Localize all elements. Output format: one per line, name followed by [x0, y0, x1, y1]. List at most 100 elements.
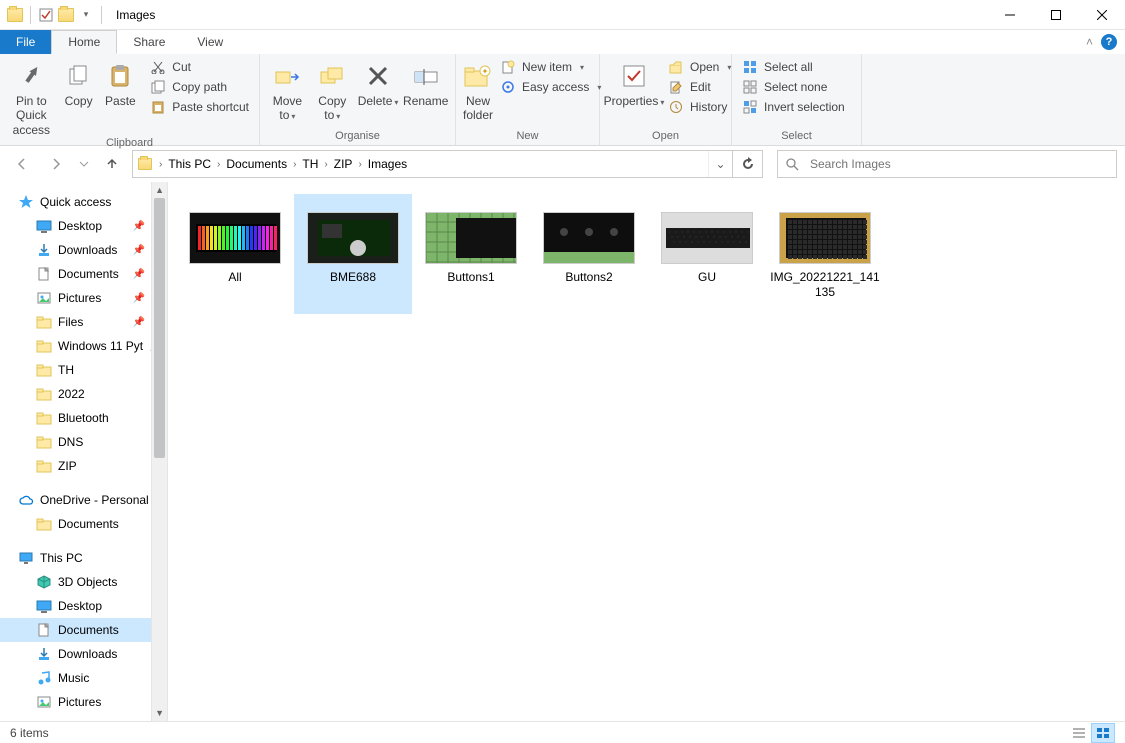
- new-folder-button[interactable]: ✦ New folder: [462, 58, 494, 123]
- select-group-label: Select: [732, 130, 861, 145]
- qat-customize-icon[interactable]: ▾: [77, 6, 95, 24]
- search-input[interactable]: [806, 157, 1116, 171]
- file-thumbnail: [425, 212, 517, 264]
- pin-quickaccess-button[interactable]: Pin to Quick access: [6, 58, 57, 137]
- search-box[interactable]: [777, 150, 1117, 178]
- file-item-5[interactable]: IMG_20221221_141135: [766, 194, 884, 314]
- ribbon-tabs: File Home Share View ˄ ?: [0, 30, 1125, 54]
- address-bar[interactable]: › This PC› Documents› TH› ZIP› Images ⌄: [132, 150, 733, 178]
- file-item-3[interactable]: Buttons2: [530, 194, 648, 314]
- qat-properties-icon[interactable]: [37, 6, 55, 24]
- tab-share[interactable]: Share: [117, 30, 181, 54]
- window-title: Images: [116, 8, 155, 22]
- close-button[interactable]: [1079, 0, 1125, 30]
- copy-to-button[interactable]: Copy to▾: [311, 58, 354, 123]
- crumb-4[interactable]: Images: [364, 151, 411, 177]
- history-button[interactable]: History: [664, 98, 735, 116]
- tree-pc-1[interactable]: Desktop: [0, 594, 151, 618]
- tree-qa-7[interactable]: 2022: [0, 382, 151, 406]
- easy-access-button[interactable]: Easy access▾: [496, 78, 605, 96]
- rename-label: Rename: [403, 94, 448, 108]
- crumb-3[interactable]: ZIP: [330, 151, 357, 177]
- back-button[interactable]: [8, 150, 36, 178]
- tree-qa-3[interactable]: Pictures📌: [0, 286, 151, 310]
- file-item-1[interactable]: BME688: [294, 194, 412, 314]
- address-history-dropdown[interactable]: ⌄: [708, 151, 732, 177]
- file-item-2[interactable]: Buttons1: [412, 194, 530, 314]
- tree-qa-2[interactable]: Documents📌: [0, 262, 151, 286]
- rename-button[interactable]: Rename: [402, 58, 449, 108]
- tree-qa-10[interactable]: ZIP: [0, 454, 151, 478]
- file-name: BME688: [326, 270, 380, 285]
- select-none-button[interactable]: Select none: [738, 78, 849, 96]
- forward-button[interactable]: [42, 150, 70, 178]
- titlebar: ▾ Images: [0, 0, 1125, 30]
- scroll-thumb[interactable]: [154, 198, 165, 458]
- folder-icon: [36, 314, 52, 330]
- help-icon[interactable]: ?: [1101, 34, 1117, 50]
- tree-onedrive[interactable]: OneDrive - Personal: [0, 488, 151, 512]
- organise-group-label: Organise: [260, 130, 455, 145]
- details-view-button[interactable]: [1067, 723, 1091, 743]
- up-button[interactable]: [98, 150, 126, 178]
- folder-icon: [36, 434, 52, 450]
- tree-qa-4[interactable]: Files📌: [0, 310, 151, 334]
- minimize-button[interactable]: [987, 0, 1033, 30]
- tree-qa-1[interactable]: Downloads📌: [0, 238, 151, 262]
- copy-path-button[interactable]: Copy path: [146, 78, 253, 96]
- maximize-button[interactable]: [1033, 0, 1079, 30]
- tab-file[interactable]: File: [0, 30, 51, 54]
- qat-newfolder-icon[interactable]: [57, 6, 75, 24]
- tree-qa-5[interactable]: Windows 11 Pyt📌: [0, 334, 151, 358]
- new-item-button[interactable]: New item▾: [496, 58, 605, 76]
- open-button[interactable]: Open▾: [664, 58, 735, 76]
- nav-tree[interactable]: Quick accessDesktop📌Downloads📌Documents📌…: [0, 182, 151, 721]
- tab-home[interactable]: Home: [51, 30, 117, 54]
- crumb-2[interactable]: TH: [298, 151, 322, 177]
- tree-pc-2[interactable]: Documents: [0, 618, 151, 642]
- scroll-down-icon[interactable]: ▼: [152, 705, 167, 721]
- tree-qa-8[interactable]: Bluetooth: [0, 406, 151, 430]
- cut-button[interactable]: Cut: [146, 58, 253, 76]
- tree-qa-0[interactable]: Desktop📌: [0, 214, 151, 238]
- tree-pc-0[interactable]: 3D Objects: [0, 570, 151, 594]
- desktop-icon: [36, 218, 52, 234]
- move-to-button[interactable]: Move to▾: [266, 58, 309, 123]
- tree-pc-3[interactable]: Downloads: [0, 642, 151, 666]
- file-item-0[interactable]: All: [176, 194, 294, 314]
- thumbnails-view-button[interactable]: [1091, 723, 1115, 743]
- refresh-button[interactable]: [733, 150, 763, 178]
- delete-button[interactable]: Delete▾: [356, 58, 401, 108]
- scroll-up-icon[interactable]: ▲: [152, 182, 167, 198]
- ribbon-collapse-icon[interactable]: ˄: [1086, 35, 1093, 49]
- file-list[interactable]: All BME688 Buttons1 Buttons2 GU IMG_2022…: [168, 182, 1125, 721]
- file-item-4[interactable]: GU: [648, 194, 766, 314]
- tab-view[interactable]: View: [181, 30, 239, 54]
- file-name: IMG_20221221_141135: [766, 270, 884, 300]
- sidebar-scrollbar[interactable]: ▲ ▼: [151, 182, 167, 721]
- recent-dropdown[interactable]: [76, 150, 92, 178]
- tree-od-0[interactable]: Documents: [0, 512, 151, 536]
- crumb-0[interactable]: This PC: [164, 151, 215, 177]
- new-folder-icon: ✦: [462, 60, 494, 92]
- properties-icon: [618, 60, 650, 92]
- paste-shortcut-button[interactable]: Paste shortcut: [146, 98, 253, 116]
- select-all-button[interactable]: Select all: [738, 58, 849, 76]
- properties-button[interactable]: Properties▾: [606, 58, 662, 108]
- history-icon: [668, 99, 684, 115]
- crumb-sep-root[interactable]: ›: [157, 159, 164, 170]
- rename-icon: [410, 60, 442, 92]
- pin-icon: 📌: [133, 293, 145, 304]
- tree-this-pc[interactable]: This PC: [0, 546, 151, 570]
- edit-button[interactable]: Edit: [664, 78, 735, 96]
- tree-qa-9[interactable]: DNS: [0, 430, 151, 454]
- invert-selection-button[interactable]: Invert selection: [738, 98, 849, 116]
- paste-button[interactable]: Paste: [100, 58, 140, 108]
- file-thumbnail: [543, 212, 635, 264]
- tree-pc-4[interactable]: Music: [0, 666, 151, 690]
- tree-qa-6[interactable]: TH: [0, 358, 151, 382]
- tree-pc-5[interactable]: Pictures: [0, 690, 151, 714]
- tree-quick-access[interactable]: Quick access: [0, 190, 151, 214]
- copy-button[interactable]: Copy: [59, 58, 99, 108]
- crumb-1[interactable]: Documents: [222, 151, 291, 177]
